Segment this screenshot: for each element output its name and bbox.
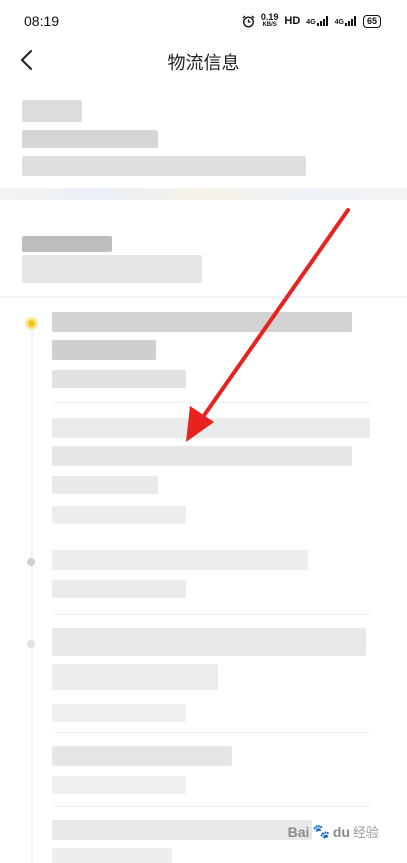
timeline-active-dot-core <box>28 320 35 327</box>
entry-divider <box>52 732 372 733</box>
nav-bar: 物流信息 <box>0 40 407 80</box>
entry-divider <box>52 614 372 615</box>
redacted-timestamp <box>52 506 186 524</box>
watermark-suffix: 经验 <box>352 825 379 840</box>
entry-divider <box>52 806 372 807</box>
timeline-line <box>31 330 33 863</box>
redacted-text <box>22 156 306 176</box>
redacted-text <box>52 746 232 766</box>
hd-indicator: HD <box>284 15 301 27</box>
divider-strip <box>0 188 407 200</box>
network-speed: 0.19 KB/S <box>261 13 279 29</box>
status-bar: 08:19 0.19 KB/S HD 4G 4G 65 <box>0 0 407 40</box>
redacted-text <box>52 418 370 438</box>
redacted-text <box>52 820 312 840</box>
status-time: 08:19 <box>24 13 60 29</box>
timeline-dot <box>27 558 35 566</box>
entry-divider <box>52 402 372 403</box>
watermark-brand: Bai <box>287 823 310 840</box>
baidu-jingyan-watermark: Bai 🐾 du 经验 <box>288 822 379 841</box>
signal-bars-icon <box>344 16 356 26</box>
watermark-brand-2: du <box>332 823 350 840</box>
battery-indicator: 65 <box>362 14 381 28</box>
signal-2-label: 4G <box>334 19 344 26</box>
signal-bars-icon <box>316 16 328 26</box>
redacted-text <box>22 236 112 252</box>
section-divider <box>0 296 407 298</box>
redacted-timestamp <box>52 580 186 598</box>
redacted-timestamp <box>52 370 186 388</box>
redacted-text <box>52 446 352 466</box>
network-speed-value: 0.19 <box>260 12 279 22</box>
redacted-text <box>52 664 218 690</box>
redacted-text <box>22 130 158 148</box>
network-speed-unit: KB/S <box>262 22 277 28</box>
redacted-text <box>52 340 156 360</box>
signal-1-label: 4G <box>306 19 316 26</box>
redacted-timestamp <box>52 776 186 794</box>
redacted-text <box>52 312 352 332</box>
redacted-text <box>52 550 308 570</box>
timeline-dot <box>27 640 35 648</box>
paw-icon: 🐾 <box>312 823 330 839</box>
redacted-text <box>22 255 202 283</box>
redacted-text <box>52 848 172 863</box>
redacted-text <box>22 100 82 122</box>
redacted-text <box>52 476 158 494</box>
status-icons: 0.19 KB/S HD 4G 4G 65 <box>242 13 381 29</box>
signal-2: 4G <box>335 16 357 26</box>
alarm-clock-icon <box>242 15 255 28</box>
signal-1: 4G <box>306 16 328 26</box>
page-title: 物流信息 <box>167 53 240 73</box>
redacted-text <box>52 628 366 656</box>
redacted-timestamp <box>52 704 186 722</box>
